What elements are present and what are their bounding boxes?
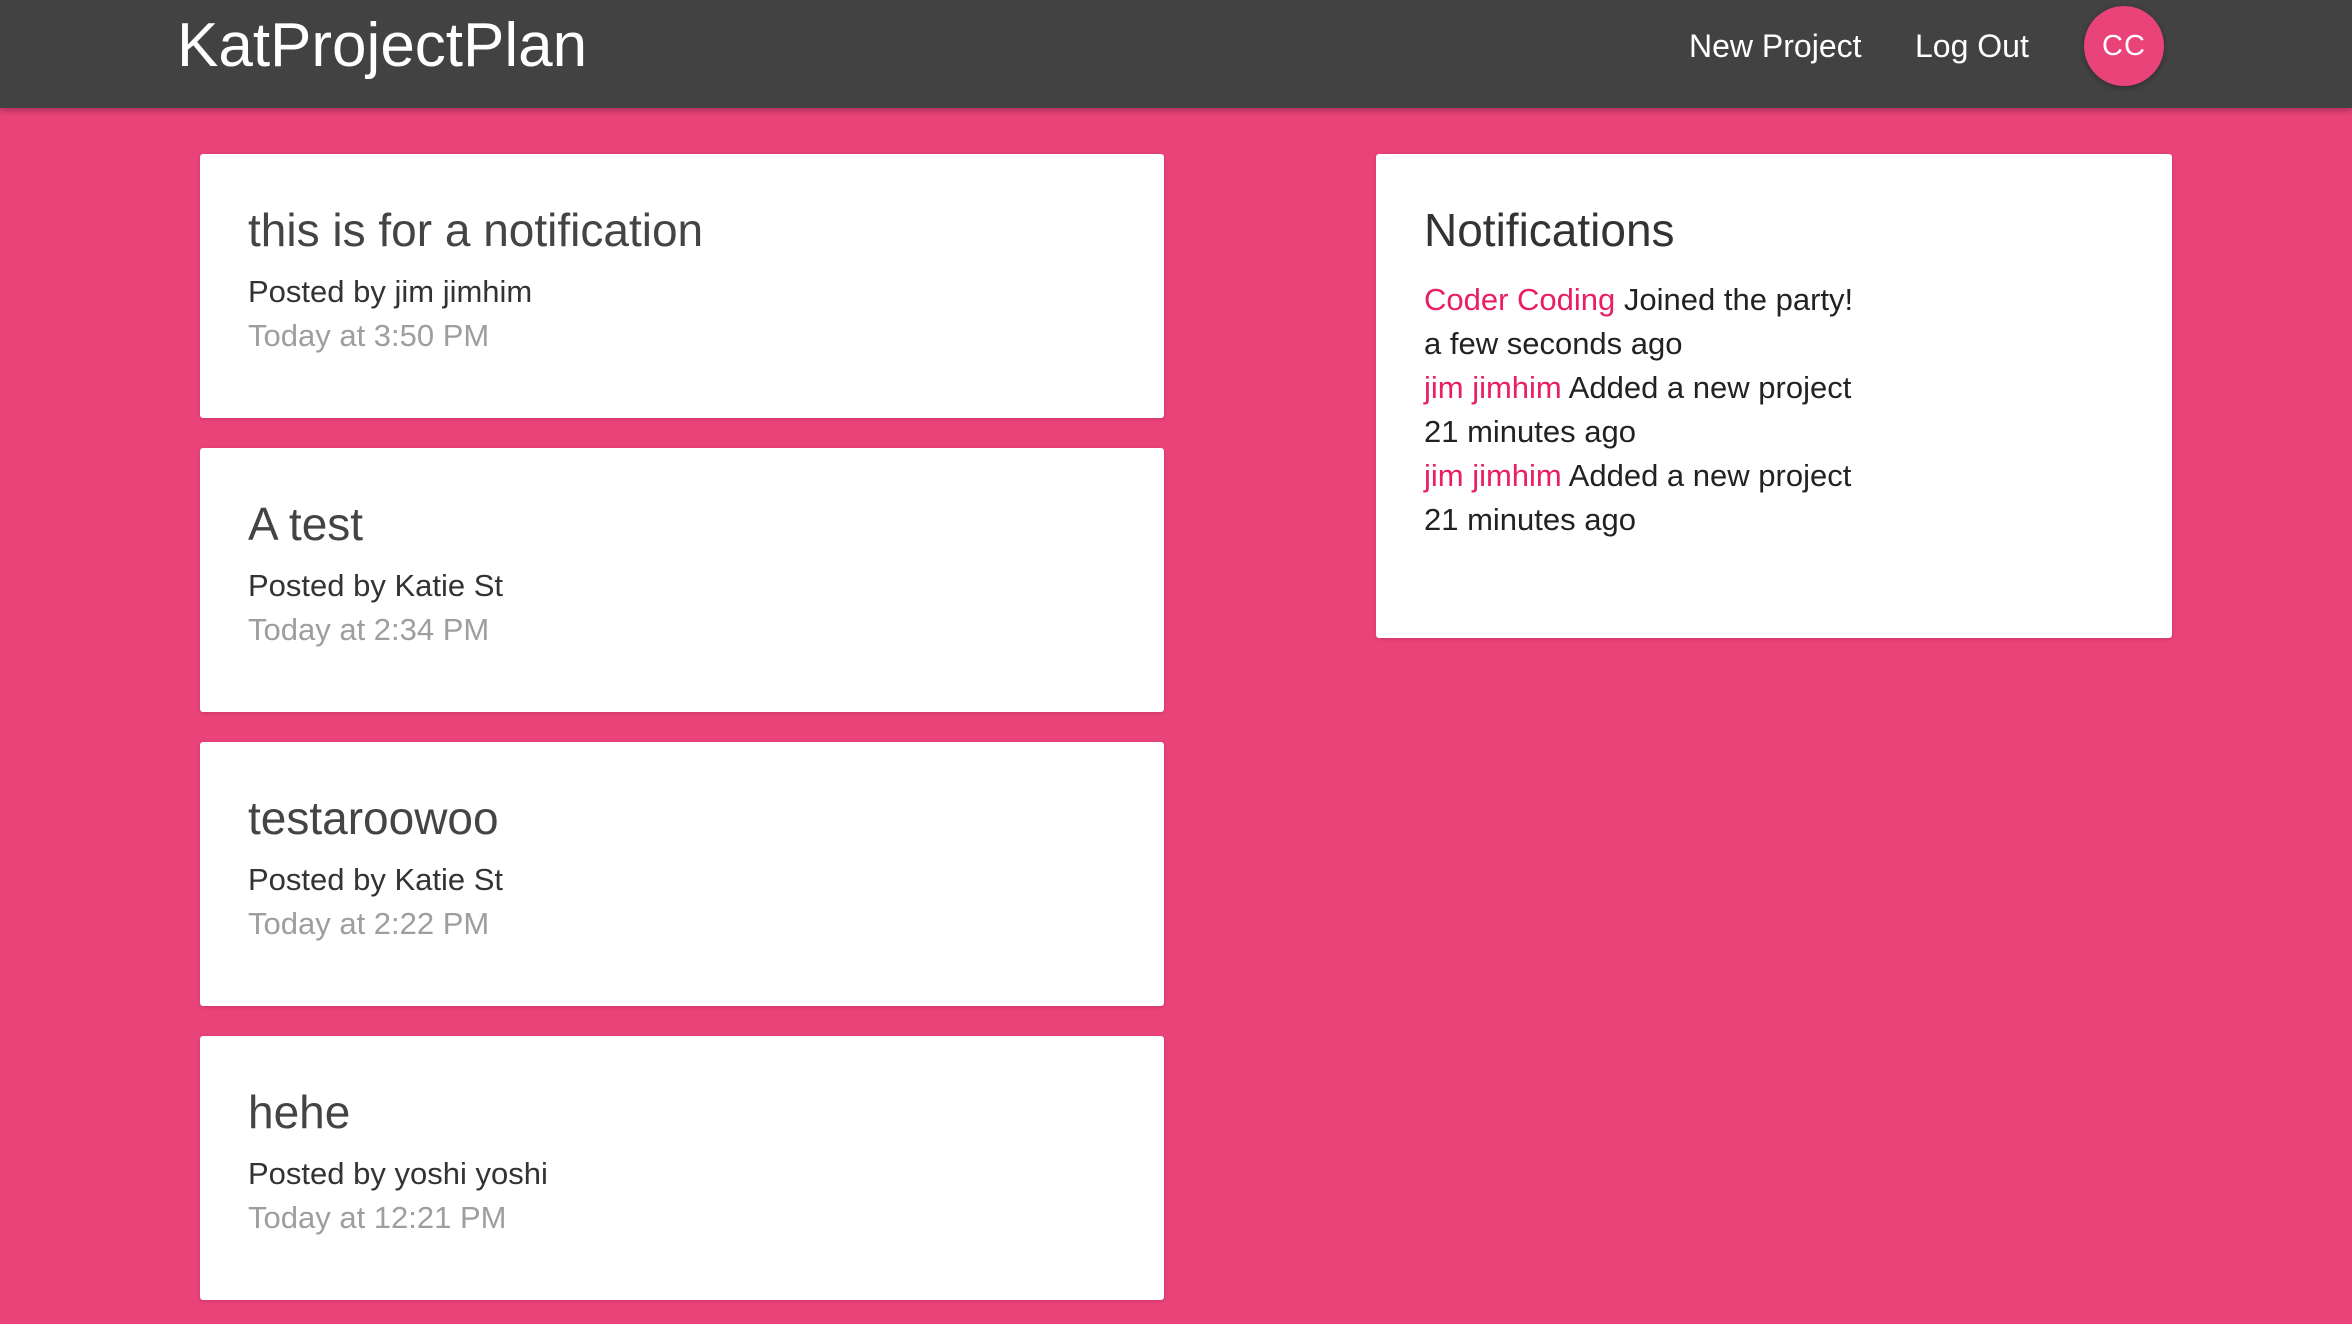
project-title: this is for a notification [248, 204, 704, 256]
project-card[interactable]: testaroowoo Posted by Katie St Today at … [200, 742, 1164, 1006]
project-timestamp: Today at 12:21 PM [248, 1200, 507, 1235]
notification-user-link[interactable]: jim jimhim [1424, 458, 1562, 493]
notification-time: 21 minutes ago [1424, 414, 1636, 449]
project-title: A test [248, 498, 364, 550]
notification-user-link[interactable]: Coder Coding [1424, 282, 1615, 317]
notification-item: Coder Coding Joined the party! [1424, 278, 2124, 322]
project-title: testaroowoo [248, 792, 499, 844]
new-project-link[interactable]: New Project [1689, 22, 1862, 70]
notification-time: a few seconds ago [1424, 326, 1683, 361]
project-author: Posted by Katie St [248, 568, 504, 603]
notifications-title: Notifications [1424, 204, 1675, 256]
top-navbar: KatProjectPlan New Project Log Out CC [0, 0, 2352, 108]
notifications-card: Notifications Coder Coding Joined the pa… [1376, 154, 2172, 638]
notification-content: Joined the party! [1623, 282, 1854, 317]
notification-user-link[interactable]: jim jimhim [1424, 370, 1562, 405]
project-timestamp: Today at 3:50 PM [248, 318, 490, 353]
project-card[interactable]: this is for a notification Posted by jim… [200, 154, 1164, 418]
notification-content: Added a new project [1568, 370, 1852, 405]
notification-content: Added a new project [1568, 458, 1852, 493]
project-title: hehe [248, 1086, 351, 1138]
project-author: Posted by yoshi yoshi [248, 1156, 548, 1191]
user-avatar-button[interactable]: CC [2084, 6, 2164, 86]
log-out-link[interactable]: Log Out [1915, 22, 2029, 70]
notification-item: jim jimhim Added a new project [1424, 454, 2124, 498]
notification-item: jim jimhim Added a new project [1424, 366, 2124, 410]
project-card[interactable]: A test Posted by Katie St Today at 2:34 … [200, 448, 1164, 712]
project-author: Posted by Katie St [248, 862, 504, 897]
project-timestamp: Today at 2:22 PM [248, 906, 490, 941]
project-timestamp: Today at 2:34 PM [248, 612, 490, 647]
project-author: Posted by jim jimhim [248, 274, 533, 309]
notification-time: 21 minutes ago [1424, 502, 1636, 537]
brand-logo-link[interactable]: KatProjectPlan [177, 6, 587, 86]
project-card[interactable]: hehe Posted by yoshi yoshi Today at 12:2… [200, 1036, 1164, 1300]
